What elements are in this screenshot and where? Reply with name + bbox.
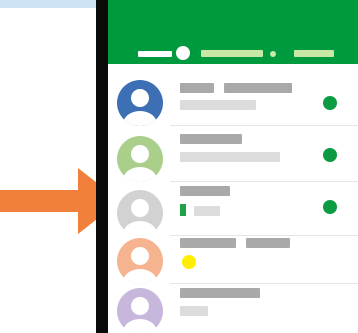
contact-name-placeholder xyxy=(180,186,230,196)
app-title-placeholder xyxy=(138,51,172,57)
tab-calls[interactable] xyxy=(294,50,334,57)
online-status-dot xyxy=(323,148,337,162)
contact-name-placeholder xyxy=(180,288,260,298)
phone-frame xyxy=(96,0,358,333)
online-status-dot xyxy=(323,200,337,214)
contact-name-placeholder-2 xyxy=(224,83,292,93)
last-message-placeholder xyxy=(180,152,280,162)
contact-name-placeholder-2 xyxy=(246,238,290,248)
unread-indicator-dot xyxy=(182,255,196,269)
user-avatar-icon xyxy=(117,80,163,126)
contact-name-placeholder xyxy=(180,238,236,248)
chat-list-item[interactable] xyxy=(108,228,358,284)
user-avatar-icon xyxy=(117,288,163,333)
app-bar xyxy=(108,0,358,64)
contact-name-placeholder xyxy=(180,83,214,93)
last-message-placeholder xyxy=(194,206,220,216)
chat-list-item[interactable] xyxy=(108,70,358,126)
chat-list-item[interactable] xyxy=(108,126,358,182)
tab-chats[interactable] xyxy=(201,50,263,57)
contact-name-placeholder xyxy=(180,134,242,144)
status-indicator-bar xyxy=(180,204,186,216)
online-status-dot xyxy=(323,96,337,110)
search-icon[interactable] xyxy=(176,46,190,60)
last-message-placeholder xyxy=(180,306,208,316)
tab-status-dot xyxy=(270,51,276,57)
chat-list-item[interactable] xyxy=(108,278,358,333)
last-message-placeholder xyxy=(180,100,256,110)
tutorial-illustration xyxy=(0,0,358,333)
phone-screen xyxy=(108,0,358,333)
user-avatar-icon xyxy=(117,136,163,182)
